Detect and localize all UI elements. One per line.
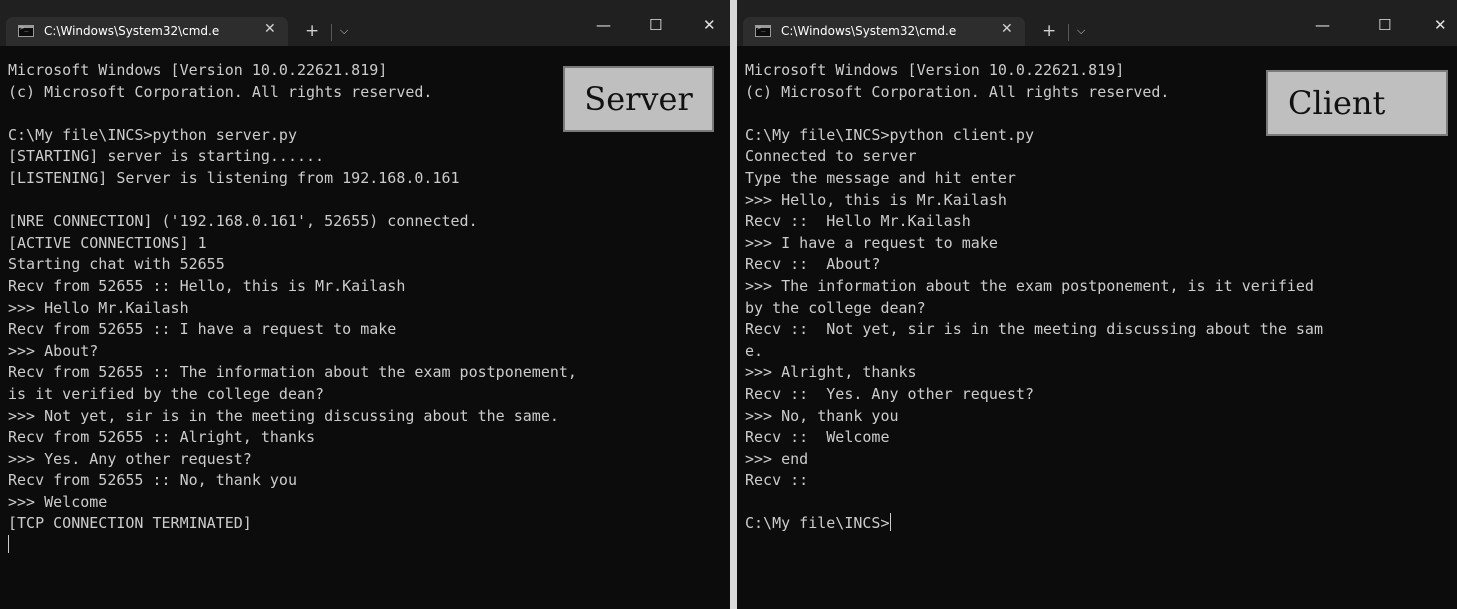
- close-window-button[interactable]: ✕: [703, 18, 716, 33]
- prompt-line[interactable]: [8, 535, 726, 557]
- new-tab-button[interactable]: +: [1042, 23, 1056, 40]
- prompt-line[interactable]: C:\My file\INCS>: [745, 513, 1453, 535]
- terminal-line: [ACTIVE CONNECTIONS] 1: [8, 233, 207, 252]
- text-cursor: [8, 535, 9, 554]
- terminal-line: Recv from 52655 :: The information about…: [8, 363, 577, 382]
- terminal-line: [TCP CONNECTION TERMINATED]: [8, 514, 252, 533]
- close-tab-icon[interactable]: ✕: [1001, 21, 1013, 37]
- terminal-line: >>> Hello, this is Mr.Kailash: [745, 190, 1007, 209]
- text-cursor: [889, 513, 891, 532]
- terminal-line: >>> Not yet, sir is in the meeting discu…: [8, 406, 559, 425]
- chevron-down-icon[interactable]: ⌵: [340, 24, 348, 38]
- close-window-button[interactable]: ✕: [1434, 18, 1447, 33]
- terminal-line: >>> Yes. Any other request?: [8, 449, 252, 468]
- terminal-line: Recv from 52655 :: Alright, thanks: [8, 428, 316, 447]
- terminal-line: Recv :: Not yet, sir is in the meeting d…: [745, 320, 1323, 339]
- terminal-line: >>> No, thank you: [745, 406, 899, 425]
- terminal-line: Recv :: Hello Mr.Kailash: [745, 212, 971, 231]
- terminal-line: >>> The information about the exam postp…: [745, 276, 1314, 295]
- cmd-icon: [755, 24, 771, 37]
- terminal-line: Recv ::: [745, 471, 809, 490]
- tab-title: C:\Windows\System32\cmd.e: [781, 24, 957, 38]
- terminal-line: Connected to server: [745, 147, 917, 166]
- terminal-line: Recv :: About?: [745, 255, 881, 274]
- terminal-line: Recv from 52655 :: Hello, this is Mr.Kai…: [8, 276, 406, 295]
- terminal-line: [NRE CONNECTION] ('192.168.0.161', 52655…: [8, 212, 478, 231]
- terminal-line: >>> Alright, thanks: [745, 363, 917, 382]
- new-tab-button[interactable]: +: [305, 23, 319, 40]
- window-divider: [730, 0, 737, 609]
- divider: [331, 24, 332, 41]
- terminal-line: [LISTENING] Server is listening from 192…: [8, 168, 460, 187]
- client-terminal-window: C:\Windows\System32\cmd.e ✕ + ⌵ — ☐ ✕ Mi…: [737, 0, 1457, 609]
- terminal-line: Recv :: Welcome: [745, 428, 890, 447]
- minimize-button[interactable]: —: [596, 18, 611, 33]
- terminal-line: >>> About?: [8, 341, 99, 360]
- terminal-tab[interactable]: C:\Windows\System32\cmd.e ✕: [743, 17, 1025, 46]
- title-bar[interactable]: C:\Windows\System32\cmd.e ✕ + ⌵ — ☐ ✕: [737, 0, 1457, 46]
- cmd-icon: [18, 24, 34, 37]
- close-tab-icon[interactable]: ✕: [264, 21, 276, 37]
- terminal-tab[interactable]: C:\Windows\System32\cmd.e ✕: [6, 17, 288, 46]
- maximize-button[interactable]: ☐: [1378, 18, 1391, 33]
- terminal-line: is it verified by the college dean?: [8, 384, 325, 403]
- terminal-line: >>> Welcome: [8, 492, 108, 511]
- tab-title: C:\Windows\System32\cmd.e: [44, 24, 220, 38]
- server-terminal-window: C:\Windows\System32\cmd.e ✕ + ⌵ — ☐ ✕ Mi…: [0, 0, 730, 609]
- terminal-line: Type the message and hit enter: [745, 168, 1016, 187]
- client-label: Client: [1266, 70, 1448, 136]
- terminal-line: by the college dean?: [745, 298, 926, 317]
- terminal-line: e.: [745, 341, 764, 360]
- terminal-line: Starting chat with 52655: [8, 255, 225, 274]
- prompt-text: C:\My file\INCS>: [745, 514, 890, 533]
- terminal-line: Recv from 52655 :: No, thank you: [8, 471, 297, 490]
- title-bar[interactable]: C:\Windows\System32\cmd.e ✕ + ⌵ — ☐ ✕: [0, 0, 730, 46]
- chevron-down-icon[interactable]: ⌵: [1077, 24, 1085, 38]
- terminal-line: >>> Hello Mr.Kailash: [8, 298, 189, 317]
- terminal-line: >>> end: [745, 449, 809, 468]
- terminal-line: >>> I have a request to make: [745, 233, 998, 252]
- terminal-output[interactable]: Microsoft Windows [Version 10.0.22621.81…: [8, 60, 726, 557]
- terminal-line: [STARTING] server is starting......: [8, 147, 325, 166]
- minimize-button[interactable]: —: [1315, 18, 1330, 33]
- terminal-line: Recv from 52655 :: I have a request to m…: [8, 320, 397, 339]
- maximize-button[interactable]: ☐: [649, 18, 662, 33]
- divider: [1068, 24, 1069, 41]
- server-label: Server: [563, 66, 714, 132]
- terminal-line: Recv :: Yes. Any other request?: [745, 384, 1034, 403]
